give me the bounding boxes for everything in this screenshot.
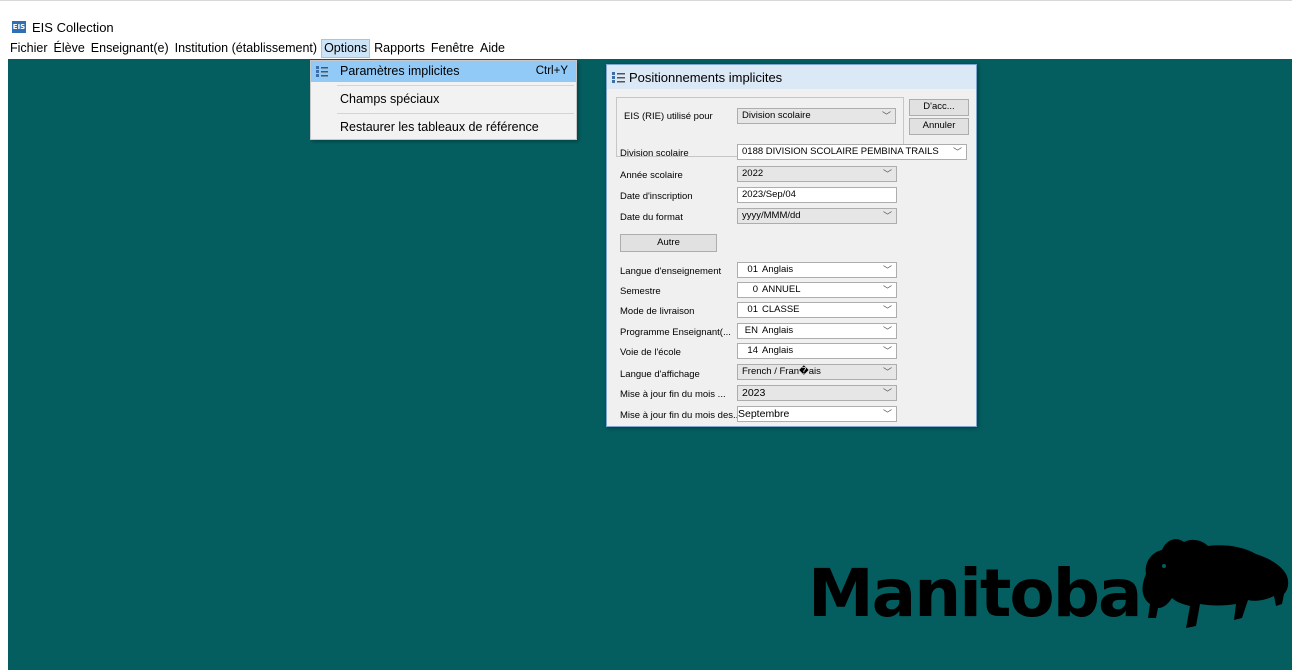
langue-enseignement-select[interactable]: 01 Anglais ﹀ (737, 262, 897, 278)
langue-enseignement-code: 01 (747, 264, 758, 275)
menu-separator (337, 113, 574, 114)
menu-item-label: Restaurer les tableaux de référence (340, 120, 539, 134)
division-name: DIVISION SCOLAIRE PEMBINA TRAILS (765, 146, 939, 157)
programme-label: Programme Enseignant(... (620, 327, 731, 338)
menu-institution[interactable]: Institution (établissement) (173, 39, 319, 58)
menu-separator (337, 85, 574, 86)
options-dropdown-menu: Paramètres implicites Ctrl+Y Champs spéc… (310, 60, 577, 140)
maj-annee-label: Mise à jour fin du mois ... (620, 389, 726, 400)
cancel-button[interactable]: Annuler (909, 118, 969, 135)
chevron-down-icon: ﹀ (881, 111, 891, 121)
settings-icon (612, 72, 625, 83)
langue-enseignement-value: Anglais (762, 264, 794, 275)
app-title: EIS Collection (32, 20, 114, 35)
menu-options[interactable]: Options (321, 39, 371, 58)
menu-fichier[interactable]: Fichier (8, 39, 50, 58)
langue-affichage-value: French / Fran�ais (742, 366, 821, 377)
programme-code: EN (744, 325, 758, 336)
langue-affichage-label: Langue d'affichage (620, 369, 700, 380)
chevron-down-icon: ﹀ (882, 326, 892, 336)
voie-ecole-code: 14 (747, 345, 758, 356)
menu-eleve[interactable]: Élève (52, 39, 87, 58)
mode-livraison-code: 01 (747, 304, 758, 315)
menu-item-label: Paramètres implicites (340, 64, 460, 78)
maj-annee-value: 2023 (742, 387, 766, 399)
chevron-down-icon: ﹀ (952, 147, 962, 157)
date-format-select[interactable]: yyyy/MMM/dd ﹀ (737, 208, 897, 224)
title-bar: EIS EIS Collection (0, 0, 1292, 38)
mode-livraison-value: CLASSE (762, 304, 800, 315)
menu-fenetre[interactable]: Fenêtre (429, 39, 476, 58)
date-format-value: yyyy/MMM/dd (742, 210, 801, 221)
mode-livraison-label: Mode de livraison (620, 306, 695, 317)
langue-affichage-select[interactable]: French / Fran�ais ﹀ (737, 364, 897, 380)
date-inscription-value: 2023/Sep/04 (742, 189, 796, 200)
positionnements-implicites-dialog: Positionnements implicites EIS (RIE) uti… (606, 64, 977, 427)
menu-item-shortcut: Ctrl+Y (535, 65, 568, 77)
division-code: 0188 (742, 146, 764, 157)
bison-icon (1142, 539, 1289, 628)
semestre-code: 0 (752, 284, 758, 295)
menu-item-restaurer-tableaux[interactable]: Restaurer les tableaux de référence (311, 117, 576, 138)
programme-select[interactable]: EN Anglais ﹀ (737, 323, 897, 339)
chevron-down-icon: ﹀ (882, 211, 892, 221)
menu-aide[interactable]: Aide (478, 39, 507, 58)
maj-mois-select[interactable]: Septembre ﹀ (737, 406, 897, 422)
chevron-down-icon: ﹀ (882, 346, 892, 356)
dialog-body: EIS (RIE) utilisé pour Division scolaire… (607, 89, 976, 426)
autre-button[interactable]: Autre (620, 234, 717, 252)
voie-ecole-select[interactable]: 14 Anglais ﹀ (737, 343, 897, 359)
semestre-select[interactable]: 0 ANNUEL ﹀ (737, 282, 897, 298)
semestre-value: ANNUEL (762, 284, 801, 295)
settings-icon (316, 66, 328, 77)
chevron-down-icon: ﹀ (882, 409, 892, 419)
division-label: Division scolaire (620, 148, 689, 159)
chevron-down-icon: ﹀ (882, 265, 892, 275)
date-inscription-input[interactable]: 2023/Sep/04 (737, 187, 897, 203)
chevron-down-icon: ﹀ (882, 388, 892, 398)
eis-label: EIS (RIE) utilisé pour (624, 111, 713, 122)
annee-label: Année scolaire (620, 170, 683, 181)
maj-mois-value: Septembre (738, 408, 790, 420)
ok-button[interactable]: D'acc... (909, 99, 969, 116)
division-select[interactable]: 0188 DIVISION SCOLAIRE PEMBINA TRAILS ﹀ (737, 144, 967, 160)
chevron-down-icon: ﹀ (882, 169, 892, 179)
eis-select-value: Division scolaire (742, 110, 811, 121)
chevron-down-icon: ﹀ (882, 285, 892, 295)
menu-enseignant[interactable]: Enseignant(e) (89, 39, 171, 58)
maj-mois-label: Mise à jour fin du mois des... (620, 410, 741, 421)
annee-select[interactable]: 2022 ﹀ (737, 166, 897, 182)
chevron-down-icon: ﹀ (882, 305, 892, 315)
app-icon: EIS (12, 21, 26, 33)
date-format-label: Date du format (620, 212, 683, 223)
dialog-title: Positionnements implicites (629, 70, 783, 85)
menu-item-label: Champs spéciaux (340, 92, 440, 106)
manitoba-logo-text: Manitoba (808, 555, 1142, 632)
maj-annee-select[interactable]: 2023 ﹀ (737, 385, 897, 401)
voie-ecole-value: Anglais (762, 345, 794, 356)
menu-item-champs-speciaux[interactable]: Champs spéciaux (311, 89, 576, 110)
voie-ecole-label: Voie de l'école (620, 347, 681, 358)
programme-value: Anglais (762, 325, 794, 336)
eis-select[interactable]: Division scolaire ﹀ (737, 108, 896, 124)
semestre-label: Semestre (620, 286, 661, 297)
menu-rapports[interactable]: Rapports (372, 39, 427, 58)
menu-item-parametres-implicites[interactable]: Paramètres implicites Ctrl+Y (311, 61, 576, 82)
chevron-down-icon: ﹀ (882, 367, 892, 377)
date-inscription-label: Date d'inscription (620, 191, 693, 202)
mode-livraison-select[interactable]: 01 CLASSE ﹀ (737, 302, 897, 318)
annee-value: 2022 (742, 168, 764, 179)
langue-enseignement-label: Langue d'enseignement (620, 266, 722, 277)
menu-bar: Fichier Élève Enseignant(e) Institution … (0, 39, 1292, 59)
dialog-title-bar[interactable]: Positionnements implicites (607, 65, 976, 89)
